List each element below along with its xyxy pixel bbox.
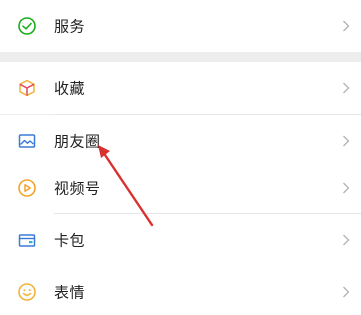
menu-item-label: 表情 [54,283,86,302]
chevron-right-icon [343,135,350,147]
menu-item-channels[interactable]: 视频号 [0,162,361,214]
wechat-pay-icon [17,16,37,36]
photo-icon [17,131,37,151]
menu-item-label: 视频号 [54,179,101,198]
menu-item-label: 收藏 [54,79,86,98]
chevron-right-icon [343,20,350,32]
video-channel-icon [17,178,37,198]
menu-item-moments[interactable]: 朋友圈 [0,115,361,167]
menu-item-card-wallet[interactable]: 卡包 [0,214,361,266]
chevron-right-icon [343,82,350,94]
menu-item-services[interactable]: 服务 [0,0,361,52]
wechat-me-menu: 服务 收藏 朋友圈 视频号 卡包 表情 [0,0,361,315]
menu-item-label: 服务 [54,17,86,36]
menu-item-label: 朋友圈 [54,132,101,151]
menu-item-stickers[interactable]: 表情 [0,266,361,315]
cube-icon [17,78,37,98]
menu-item-label: 卡包 [54,231,86,250]
chevron-right-icon [343,182,350,194]
chevron-right-icon [343,286,350,298]
chevron-right-icon [343,234,350,246]
smile-icon [17,282,37,302]
menu-item-favorites[interactable]: 收藏 [0,62,361,114]
card-wallet-icon [17,230,37,250]
